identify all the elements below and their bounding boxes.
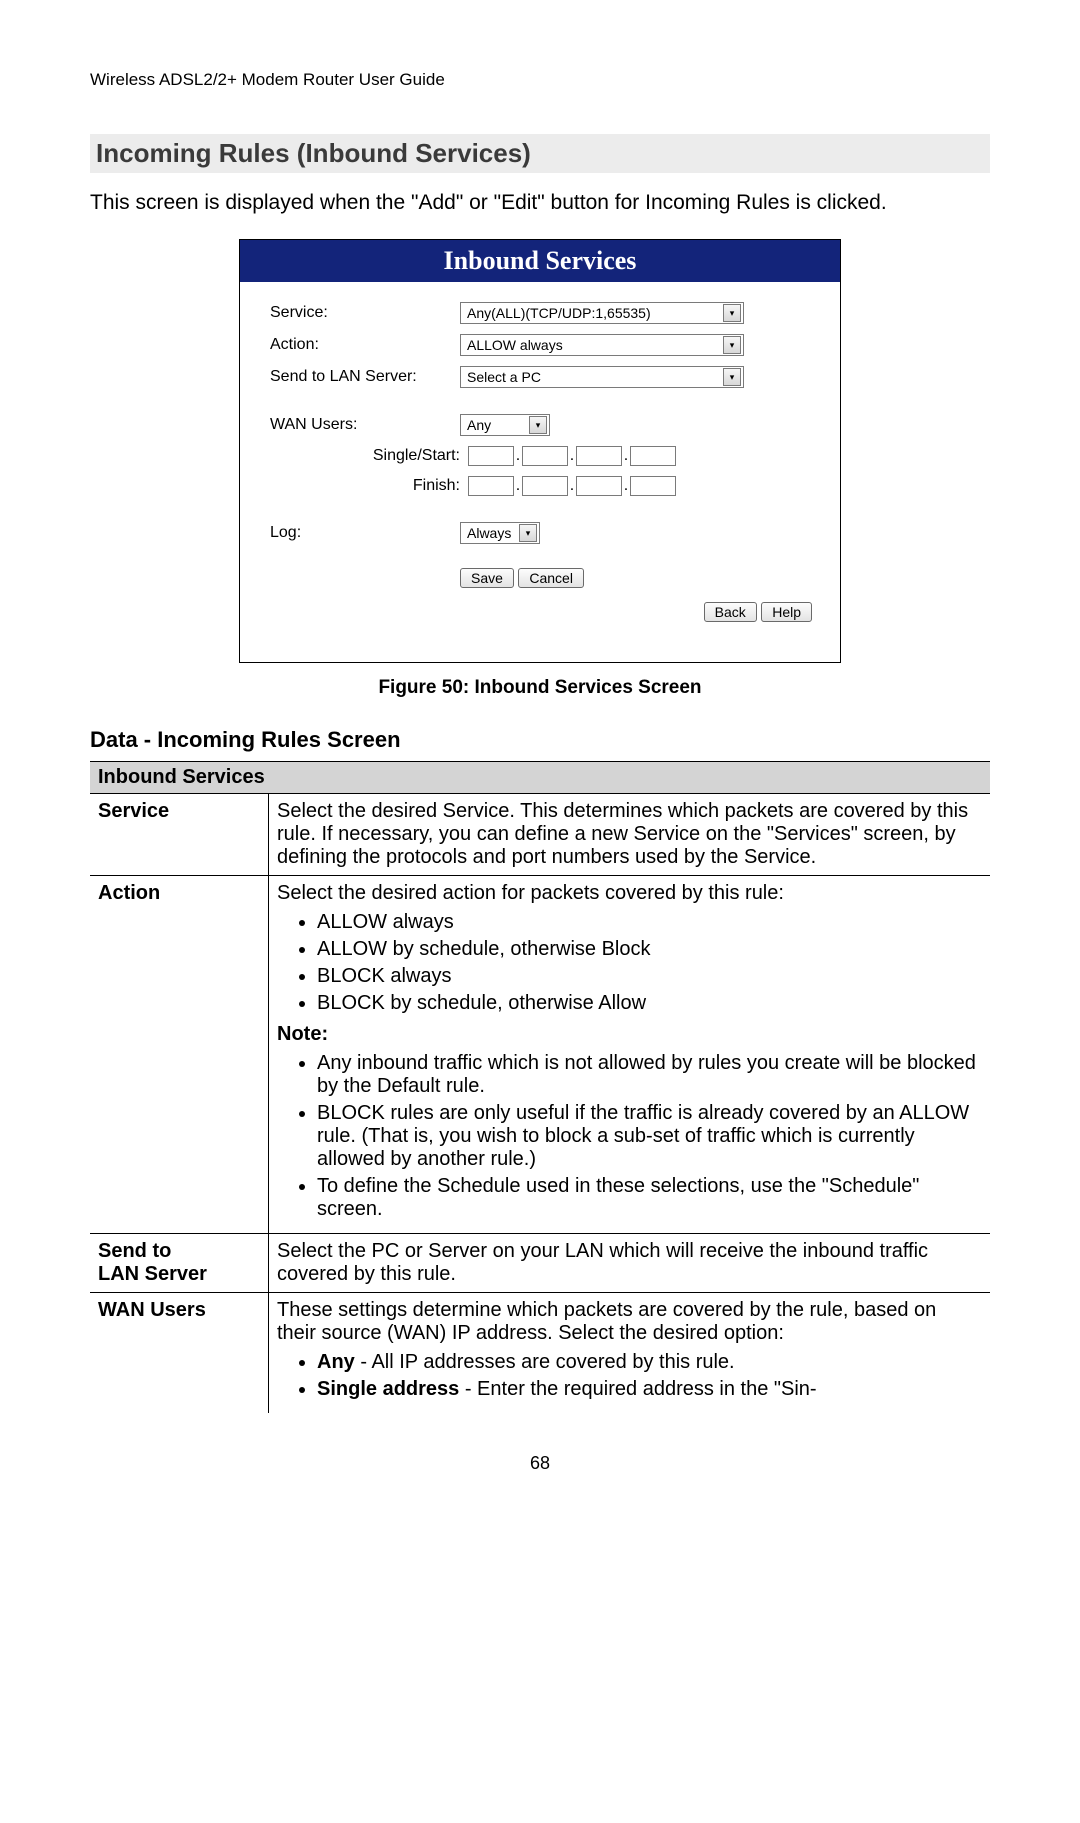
chevron-down-icon: ▾: [519, 524, 537, 542]
text: - Enter the required address in the "Sin…: [459, 1378, 816, 1400]
list-item: Any inbound traffic which is not allowed…: [317, 1052, 980, 1098]
select-send-to-lan-value: Select a PC: [463, 368, 545, 386]
section-heading: Incoming Rules (Inbound Services): [90, 134, 990, 173]
panel-title: Inbound Services: [240, 240, 840, 282]
list-item: Single address - Enter the required addr…: [317, 1378, 980, 1401]
list-item: To define the Schedule used in these sel…: [317, 1175, 980, 1221]
action-lead: Select the desired action for packets co…: [277, 882, 980, 905]
single-start-octet-3[interactable]: [576, 446, 622, 466]
finish-octet-1[interactable]: [468, 476, 514, 496]
table-title: Inbound Services: [90, 762, 990, 794]
single-start-octet-4[interactable]: [630, 446, 676, 466]
help-button[interactable]: Help: [761, 602, 812, 622]
note-label: Note:: [277, 1023, 980, 1046]
label-log: Log:: [270, 524, 460, 542]
row-desc-action: Select the desired action for packets co…: [269, 876, 991, 1234]
chevron-down-icon: ▾: [529, 416, 547, 434]
label-service: Service:: [270, 304, 460, 322]
select-log-value: Always: [463, 524, 515, 542]
row-key-action: Action: [90, 876, 269, 1234]
finish-octet-3[interactable]: [576, 476, 622, 496]
select-action[interactable]: ALLOW always ▾: [460, 334, 744, 356]
select-service[interactable]: Any(ALL)(TCP/UDP:1,65535) ▾: [460, 302, 744, 324]
table-row: Send to LAN Server Select the PC or Serv…: [90, 1234, 990, 1293]
chevron-down-icon: ▾: [723, 304, 741, 322]
table-row: WAN Users These settings determine which…: [90, 1293, 990, 1414]
label-single-start: Single/Start:: [270, 447, 468, 465]
row-key-send-to-lan: Send to LAN Server: [90, 1234, 269, 1293]
select-service-value: Any(ALL)(TCP/UDP:1,65535): [463, 304, 655, 322]
back-button[interactable]: Back: [704, 602, 757, 622]
running-head: Wireless ADSL2/2+ Modem Router User Guid…: [90, 70, 990, 90]
finish-octet-2[interactable]: [522, 476, 568, 496]
row-desc-service: Select the desired Service. This determi…: [269, 794, 991, 876]
data-table: Inbound Services Service Select the desi…: [90, 761, 990, 1413]
cancel-button[interactable]: Cancel: [518, 568, 584, 588]
finish-octet-4[interactable]: [630, 476, 676, 496]
figure-caption: Figure 50: Inbound Services Screen: [90, 677, 990, 699]
table-row: Service Select the desired Service. This…: [90, 794, 990, 876]
list-item: ALLOW always: [317, 911, 980, 934]
intro-text: This screen is displayed when the "Add" …: [90, 191, 990, 215]
list-item: BLOCK rules are only useful if the traff…: [317, 1102, 980, 1171]
sub-heading: Data - Incoming Rules Screen: [90, 727, 990, 753]
chevron-down-icon: ▾: [723, 368, 741, 386]
select-action-value: ALLOW always: [463, 336, 567, 354]
select-wan-users-value: Any: [463, 416, 495, 434]
row-key-service: Service: [90, 794, 269, 876]
select-log[interactable]: Always ▾: [460, 522, 540, 544]
label-finish: Finish:: [270, 477, 468, 495]
wan-users-lead: These settings determine which packets a…: [277, 1299, 980, 1345]
select-send-to-lan[interactable]: Select a PC ▾: [460, 366, 744, 388]
row-desc-wan-users: These settings determine which packets a…: [269, 1293, 991, 1414]
list-item: BLOCK by schedule, otherwise Allow: [317, 992, 980, 1015]
page-number: 68: [90, 1453, 990, 1474]
label-action: Action:: [270, 336, 460, 354]
single-start-octet-1[interactable]: [468, 446, 514, 466]
bold-single-address: Single address: [317, 1378, 459, 1400]
chevron-down-icon: ▾: [723, 336, 741, 354]
list-item: BLOCK always: [317, 965, 980, 988]
row-key-wan-users: WAN Users: [90, 1293, 269, 1414]
label-send-to-lan: Send to LAN Server:: [270, 368, 460, 386]
row-desc-send-to-lan: Select the PC or Server on your LAN whic…: [269, 1234, 991, 1293]
select-wan-users[interactable]: Any ▾: [460, 414, 550, 436]
bold-any: Any: [317, 1351, 355, 1373]
list-item: ALLOW by schedule, otherwise Block: [317, 938, 980, 961]
table-row: Action Select the desired action for pac…: [90, 876, 990, 1234]
inbound-services-panel: Inbound Services Service: Any(ALL)(TCP/U…: [239, 239, 841, 663]
list-item: Any - All IP addresses are covered by th…: [317, 1351, 980, 1374]
label-wan-users: WAN Users:: [270, 416, 460, 434]
save-button[interactable]: Save: [460, 568, 514, 588]
text: - All IP addresses are covered by this r…: [355, 1351, 735, 1373]
single-start-octet-2[interactable]: [522, 446, 568, 466]
